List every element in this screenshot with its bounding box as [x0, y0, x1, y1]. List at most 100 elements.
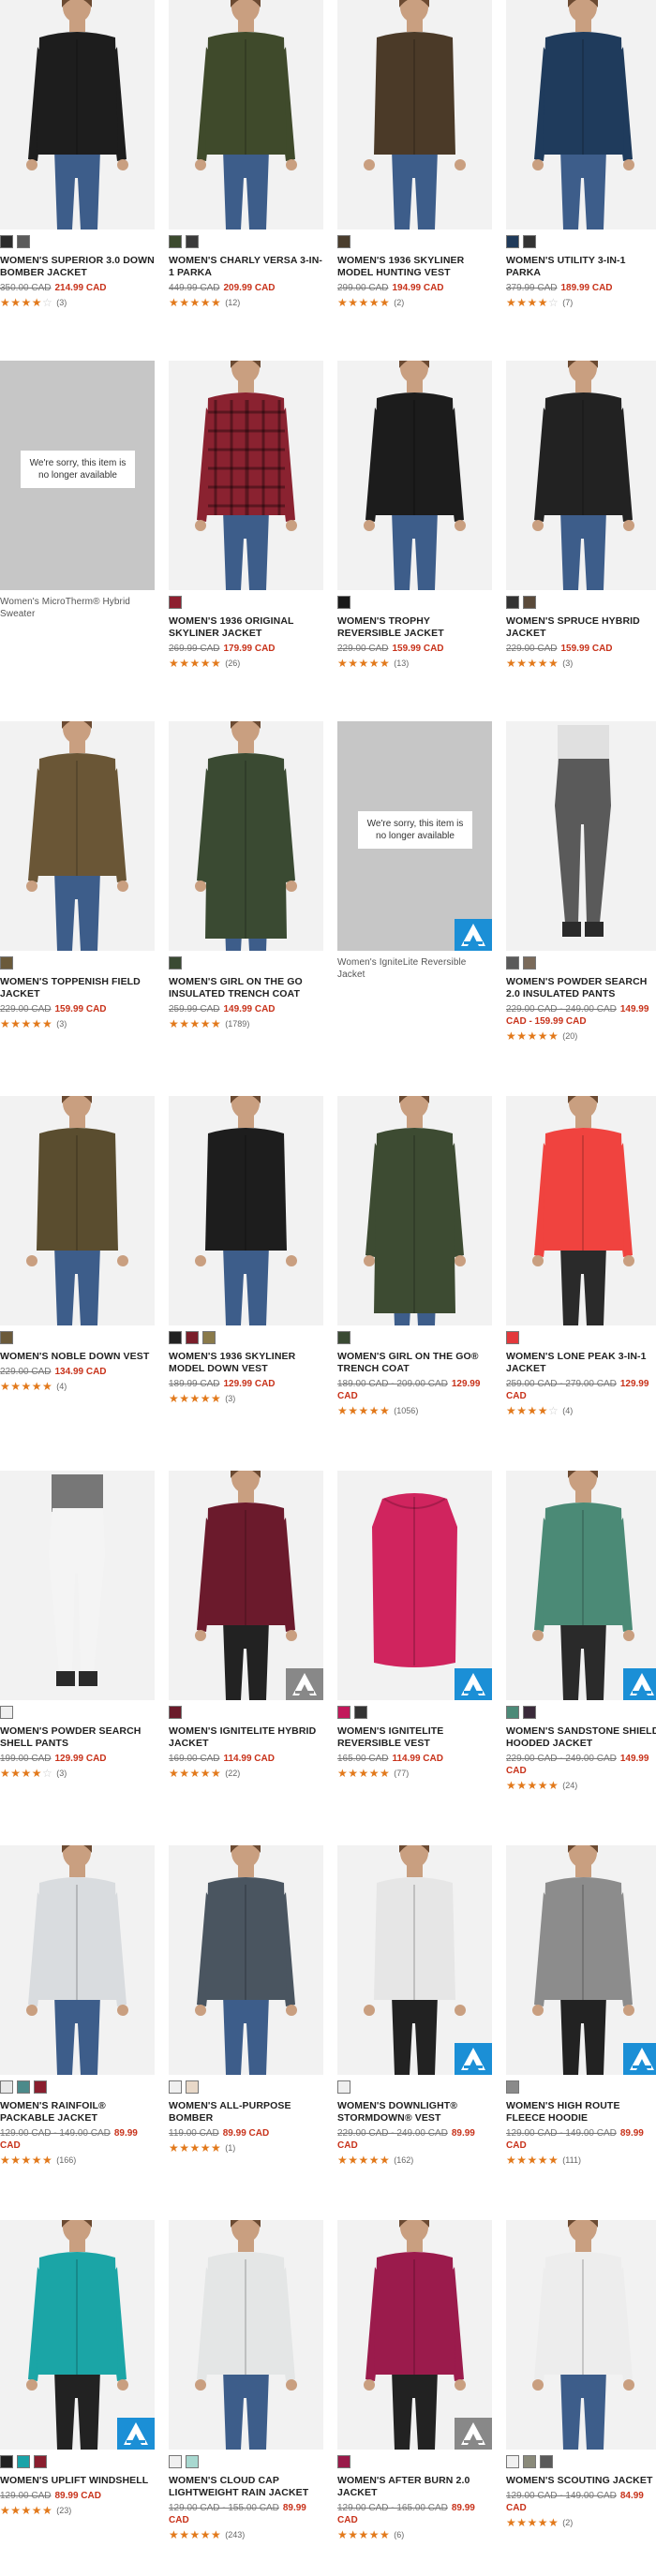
color-swatch[interactable]	[337, 235, 350, 248]
product-rating[interactable]: ★★★★☆ (7)	[506, 297, 656, 308]
color-swatch[interactable]	[169, 2455, 182, 2468]
product-image[interactable]	[337, 1096, 492, 1325]
product-name[interactable]: Women's Lone Peak 3-in-1 Jacket	[506, 1351, 656, 1375]
color-swatch[interactable]	[506, 1331, 519, 1344]
product-image[interactable]: We're sorry, this item is no longer avai…	[337, 721, 492, 951]
product-card[interactable]: Women's Uplift Windshell 129.00 CAD 89.99 …	[0, 2220, 155, 2516]
product-card[interactable]: Women's Girl on the Go® Trench Coat 189.0…	[337, 1096, 492, 1416]
product-name[interactable]: Women's Spruce Hybrid Jacket	[506, 615, 656, 640]
product-card[interactable]: Women's Powder Search Shell Pants 199.00 …	[0, 1471, 155, 1779]
color-swatch[interactable]	[506, 235, 519, 248]
product-name[interactable]: Women's After Burn 2.0 Jacket	[337, 2475, 492, 2499]
product-image[interactable]	[0, 1471, 155, 1700]
product-image[interactable]	[506, 361, 656, 590]
product-name[interactable]: Women's Powder Search 2.0 Insulated Pant…	[506, 976, 656, 1000]
color-swatch[interactable]	[506, 956, 519, 970]
color-swatch[interactable]	[202, 1331, 216, 1344]
color-swatch[interactable]	[17, 2455, 30, 2468]
color-swatch[interactable]	[506, 2455, 519, 2468]
product-rating[interactable]: ★★★★★ (3)	[169, 1393, 323, 1404]
product-rating[interactable]: ★★★★★ (4)	[0, 1381, 155, 1392]
color-swatch[interactable]	[0, 2455, 13, 2468]
product-rating[interactable]: ★★★★★ (1789)	[169, 1018, 323, 1029]
product-image[interactable]	[0, 1096, 155, 1325]
product-rating[interactable]: ★★★★★ (13)	[337, 658, 492, 669]
product-name[interactable]: Women's Sandstone Shield Hooded Jacket	[506, 1725, 656, 1750]
product-card[interactable]: Women's Toppenish Field Jacket 229.00 CAD…	[0, 721, 155, 1029]
product-card[interactable]: Women's All-Purpose Bomber 119.00 CAD 89.9…	[169, 1845, 323, 2154]
color-swatch[interactable]	[169, 596, 182, 609]
product-card[interactable]: Women's After Burn 2.0 Jacket 129.00 CAD …	[337, 2220, 492, 2540]
product-image[interactable]	[169, 721, 323, 951]
product-card[interactable]: Women's High Route Fleece Hoodie 129.00 C…	[506, 1845, 656, 2166]
color-swatch[interactable]	[34, 2455, 47, 2468]
product-name[interactable]: Women's MicroTherm® Hybrid Sweater	[0, 596, 155, 620]
product-rating[interactable]: ★★★★★ (3)	[0, 1018, 155, 1029]
color-swatch[interactable]	[34, 2080, 47, 2094]
product-name[interactable]: Women's All-Purpose Bomber	[169, 2100, 323, 2124]
color-swatch[interactable]	[169, 1706, 182, 1719]
product-card[interactable]: Women's IgniteLite Reversible Vest 165.00…	[337, 1471, 492, 1779]
product-name[interactable]: Women's Cloud Cap Lightweight Rain Jacke…	[169, 2475, 323, 2499]
product-rating[interactable]: ★★★★★ (243)	[169, 2529, 323, 2540]
product-rating[interactable]: ★★★★★ (1056)	[337, 1405, 492, 1416]
color-swatch[interactable]	[169, 235, 182, 248]
product-rating[interactable]: ★★★★★ (162)	[337, 2154, 492, 2166]
color-swatch[interactable]	[0, 1331, 13, 1344]
product-image[interactable]	[169, 361, 323, 590]
product-name[interactable]: Women's High Route Fleece Hoodie	[506, 2100, 656, 2124]
product-card[interactable]: Women's Trophy Reversible Jacket 229.00 C…	[337, 361, 492, 669]
color-swatch[interactable]	[337, 2455, 350, 2468]
product-image[interactable]	[169, 1096, 323, 1325]
color-swatch[interactable]	[0, 1706, 13, 1719]
product-name[interactable]: Women's Charly Versa 3-in-1 Parka	[169, 255, 323, 279]
color-swatch[interactable]	[169, 2080, 182, 2094]
product-image[interactable]	[0, 2220, 155, 2450]
product-image[interactable]: We're sorry, this item is no longer avai…	[0, 361, 155, 590]
product-name[interactable]: Women's IgniteLite Hybrid Jacket	[169, 1725, 323, 1750]
product-name[interactable]: Women's Rainfoil® Packable Jacket	[0, 2100, 155, 2124]
product-card[interactable]: Women's Utility 3-in-1 Parka 379.99 CAD 18…	[506, 0, 656, 308]
product-image[interactable]	[506, 721, 656, 951]
product-image[interactable]	[169, 1845, 323, 2075]
color-swatch[interactable]	[17, 2080, 30, 2094]
color-swatch[interactable]	[540, 2455, 553, 2468]
color-swatch[interactable]	[186, 2455, 199, 2468]
product-image[interactable]	[0, 1845, 155, 2075]
product-image[interactable]	[337, 361, 492, 590]
product-card[interactable]: Women's Sandstone Shield Hooded Jacket 22…	[506, 1471, 656, 1791]
color-swatch[interactable]	[337, 1331, 350, 1344]
product-rating[interactable]: ★★★★☆ (4)	[506, 1405, 656, 1416]
product-image[interactable]	[506, 1845, 656, 2075]
product-card[interactable]: Women's Charly Versa 3-in-1 Parka 449.99 …	[169, 0, 323, 308]
product-card[interactable]: Women's 1936 Skyliner Model Down Vest 189…	[169, 1096, 323, 1404]
product-card[interactable]: Women's Powder Search 2.0 Insulated Pant…	[506, 721, 656, 1042]
product-rating[interactable]: ★★★★☆ (3)	[0, 297, 155, 308]
color-swatch[interactable]	[186, 2080, 199, 2094]
product-name[interactable]: Women's IgniteLite Reversible Jacket	[337, 956, 492, 981]
product-card[interactable]: Women's Downlight® StormDown® Vest 229.00…	[337, 1845, 492, 2166]
product-name[interactable]: Women's Trophy Reversible Jacket	[337, 615, 492, 640]
product-name[interactable]: Women's IgniteLite Reversible Vest	[337, 1725, 492, 1750]
product-name[interactable]: Women's Toppenish Field Jacket	[0, 976, 155, 1000]
product-rating[interactable]: ★★★★★ (2)	[337, 297, 492, 308]
product-card[interactable]: Women's Girl on the Go Insulated Trench …	[169, 721, 323, 1029]
color-swatch[interactable]	[17, 235, 30, 248]
product-card[interactable]: Women's Lone Peak 3-in-1 Jacket 259.00 CA…	[506, 1096, 656, 1416]
product-rating[interactable]: ★★★★★ (166)	[0, 2154, 155, 2166]
product-name[interactable]: Women's Utility 3-in-1 Parka	[506, 255, 656, 279]
product-card[interactable]: Women's Spruce Hybrid Jacket 229.00 CAD 15…	[506, 361, 656, 669]
product-rating[interactable]: ★★★★★ (23)	[0, 2505, 155, 2516]
color-swatch[interactable]	[337, 1706, 350, 1719]
product-image[interactable]	[337, 2220, 492, 2450]
product-rating[interactable]: ★★★★★ (26)	[169, 658, 323, 669]
product-name[interactable]: Women's Downlight® StormDown® Vest	[337, 2100, 492, 2124]
product-card[interactable]: We're sorry, this item is no longer avai…	[337, 721, 492, 981]
color-swatch[interactable]	[337, 2080, 350, 2094]
product-image[interactable]	[337, 0, 492, 229]
color-swatch[interactable]	[523, 2455, 536, 2468]
product-rating[interactable]: ★★★★★ (6)	[337, 2529, 492, 2540]
product-name[interactable]: Women's Noble Down Vest	[0, 1351, 155, 1363]
product-image[interactable]	[169, 1471, 323, 1700]
product-rating[interactable]: ★★★★★ (22)	[169, 1768, 323, 1779]
